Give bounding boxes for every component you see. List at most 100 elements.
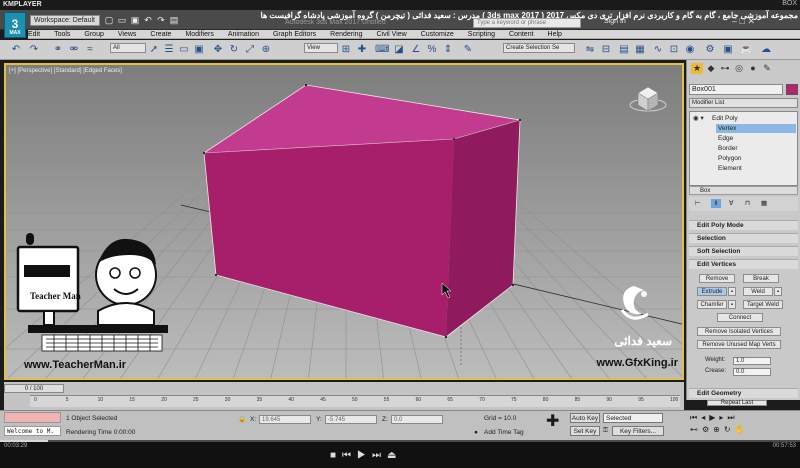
link-icon[interactable]: ⚭	[52, 44, 64, 56]
help-search-input[interactable]: Type a keyword or phrase	[473, 18, 581, 28]
maximize-icon[interactable]: □	[740, 16, 745, 26]
show-end-result-icon[interactable]: ‖	[711, 199, 721, 208]
key-mode-dropdown[interactable]: Selected	[603, 413, 663, 423]
object-name-field[interactable]: Box001	[689, 84, 783, 95]
repeat-last-button[interactable]: Repeat Last	[707, 400, 767, 406]
break-button[interactable]: Break	[743, 274, 779, 283]
spinner-snap-icon[interactable]: ⇕	[442, 44, 454, 56]
redo-icon[interactable]: ↷	[156, 15, 166, 25]
video-eject-icon[interactable]: ⏏	[387, 450, 402, 461]
set-key-button[interactable]: Set Key	[570, 426, 600, 436]
place-icon[interactable]: ⊕	[260, 44, 272, 56]
render-production-icon[interactable]: ☕	[740, 44, 752, 56]
named-selection-sets-dropdown[interactable]: Create Selection Se	[503, 43, 575, 53]
align-icon[interactable]: ⊟	[600, 44, 612, 56]
keyboard-shortcut-icon[interactable]: ⌨	[375, 44, 389, 56]
time-slider[interactable]: 0 / 100	[4, 384, 64, 393]
weld-button[interactable]: Weld	[743, 287, 773, 296]
stack-eye-icon[interactable]: ◉ ▾	[693, 114, 704, 123]
window-crossing-icon[interactable]: ▣	[193, 44, 205, 56]
time-tag-icon[interactable]: ●	[474, 429, 478, 436]
rollout-soft-selection[interactable]: Soft Selection	[689, 246, 798, 256]
make-unique-icon[interactable]: ∀	[729, 199, 733, 208]
connect-button[interactable]: Connect	[717, 313, 763, 322]
goto-end-icon[interactable]: ⏭	[727, 413, 734, 423]
pivot-icon[interactable]: ⊞	[340, 44, 352, 56]
modifier-list-dropdown[interactable]: Modifier List	[689, 98, 798, 108]
modify-tab-icon[interactable]: ◆	[705, 63, 717, 74]
mirror-icon[interactable]: ⇋	[584, 44, 596, 56]
orbit-icon[interactable]: ↻	[724, 425, 731, 434]
target-weld-button[interactable]: Target Weld	[743, 300, 783, 309]
graphite-toolbar-icon[interactable]: ▦	[634, 44, 646, 56]
pin-stack-icon[interactable]: ⊢	[695, 199, 701, 208]
stack-item-edge[interactable]: Edge	[716, 134, 796, 143]
key-filters-button[interactable]: Key Filters...	[612, 426, 664, 436]
display-tab-icon[interactable]: ●	[747, 63, 759, 74]
video-progress-track[interactable]	[0, 440, 800, 442]
crease-spinner[interactable]: 0.0	[733, 368, 771, 376]
percent-snap-icon[interactable]: %	[426, 44, 438, 56]
configure-sets-icon[interactable]: ▦	[761, 199, 767, 208]
undo-icon[interactable]: ↶	[143, 15, 153, 25]
rollout-edit-poly-mode[interactable]: Edit Poly Mode	[689, 220, 798, 230]
angle-snap-icon[interactable]: ∠	[410, 44, 422, 56]
open-file-icon[interactable]: ▭	[117, 15, 127, 25]
key-filter-icon[interactable]: ⚿	[603, 427, 608, 435]
remove-modifier-icon[interactable]: ⊓	[745, 199, 750, 208]
render-setup-icon[interactable]: ⚙	[704, 44, 716, 56]
next-frame-icon[interactable]: ▸	[719, 413, 723, 422]
menu-rendering[interactable]: Rendering	[330, 30, 362, 39]
perspective-viewport[interactable]: [+] [Perspective] [Standard] [Edged Face…	[4, 63, 684, 380]
menu-civil-view[interactable]: Civil View	[376, 30, 406, 39]
stack-base-object[interactable]: Box	[689, 186, 798, 195]
sign-in-button[interactable]: Sign In	[604, 18, 626, 25]
menu-graph-editors[interactable]: Graph Editors	[273, 30, 316, 39]
project-folder-icon[interactable]: ▤	[169, 15, 179, 25]
selection-filter-dropdown[interactable]: All	[110, 43, 146, 53]
extrude-settings-icon[interactable]: ▪	[728, 287, 736, 296]
minimize-icon[interactable]: –	[732, 16, 737, 26]
rollout-edit-geometry[interactable]: Edit Geometry	[689, 388, 798, 398]
track-bar[interactable]: 0 5 10 15 20 25 30 35 40 45 50 55 60 65 70 75 80 85 90 95 10…	[30, 395, 680, 407]
stack-item-element[interactable]: Element	[716, 164, 796, 173]
remove-button[interactable]: Remove	[699, 274, 735, 283]
scale-icon[interactable]: ⤢	[244, 44, 256, 56]
rendered-frame-window-icon[interactable]: ▣	[722, 44, 734, 56]
menu-edit[interactable]: Edit	[28, 30, 40, 39]
select-manipulate-icon[interactable]: ✚	[356, 44, 368, 56]
time-config-icon[interactable]: ⚙	[702, 425, 709, 434]
chamfer-settings-icon[interactable]: ▪	[728, 300, 736, 309]
lock-selection-icon[interactable]: 🔒	[238, 415, 246, 423]
menu-group[interactable]: Group	[84, 30, 103, 39]
utilities-tab-icon[interactable]: ✎	[761, 63, 773, 74]
menu-animation[interactable]: Animation	[228, 30, 259, 39]
layer-explorer-icon[interactable]: ▤	[618, 44, 630, 56]
undo-icon[interactable]: ↶	[10, 44, 22, 56]
object-color-swatch[interactable]	[786, 84, 798, 95]
play-icon[interactable]: ▶	[709, 413, 715, 422]
motion-tab-icon[interactable]: ◎	[733, 63, 745, 74]
workspace-dropdown[interactable]: Workspace: Default	[30, 15, 100, 26]
close-icon[interactable]: ✕	[747, 16, 755, 26]
move-icon[interactable]: ✥	[212, 44, 224, 56]
auto-key-button[interactable]: Auto Key	[570, 413, 600, 423]
create-tab-icon[interactable]: ★	[691, 63, 703, 74]
chamfer-button[interactable]: Chamfer	[697, 300, 727, 309]
unlink-icon[interactable]: ⚮	[68, 44, 80, 56]
key-mode-icon[interactable]: ⊷	[690, 425, 698, 434]
add-time-tag[interactable]: Add Time Tag	[484, 429, 524, 436]
menu-content[interactable]: Content	[509, 30, 534, 39]
pan-icon[interactable]: ✋	[735, 425, 745, 434]
zoom-extents-icon[interactable]: ⊕	[713, 425, 720, 434]
curve-editor-icon[interactable]: ∿	[652, 44, 664, 56]
redo-icon[interactable]: ↷	[28, 44, 40, 56]
menu-scripting[interactable]: Scripting	[468, 30, 495, 39]
stack-item-border[interactable]: Border	[716, 144, 796, 153]
reference-coordinate-dropdown[interactable]: View	[304, 43, 338, 53]
stack-item-polygon[interactable]: Polygon	[716, 154, 796, 163]
hierarchy-tab-icon[interactable]: ⊶	[719, 63, 731, 74]
a360-render-icon[interactable]: ☁	[760, 44, 772, 56]
maxscript-listener[interactable]	[4, 412, 61, 423]
rollout-selection[interactable]: Selection	[689, 233, 798, 243]
